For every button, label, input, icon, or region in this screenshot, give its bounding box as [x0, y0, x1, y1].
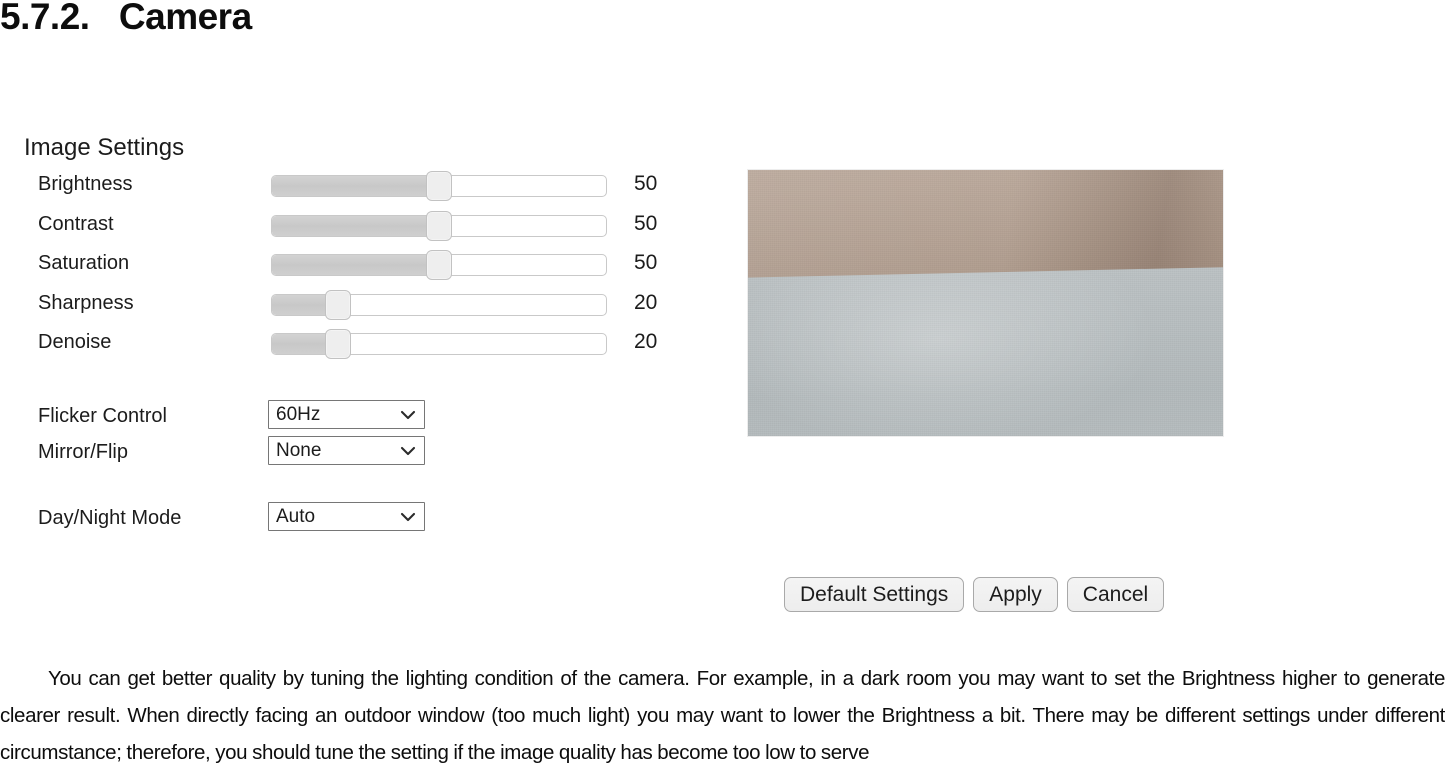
- slider-row-contrast: Contrast 50: [0, 210, 700, 250]
- slider-brightness[interactable]: [271, 171, 607, 201]
- slider-fill: [272, 255, 439, 275]
- slider-label-brightness: Brightness: [38, 173, 133, 195]
- slider-contrast[interactable]: [271, 210, 607, 241]
- slider-thumb[interactable]: [426, 171, 452, 201]
- default-settings-button[interactable]: Default Settings: [784, 577, 965, 612]
- select-flicker-control[interactable]: 60Hz: [268, 400, 425, 429]
- select-row-mirror-flip: Mirror/Flip None: [0, 436, 700, 472]
- camera-preview-image: [748, 170, 1223, 436]
- select-row-day-night-mode: Day/Night Mode Auto: [0, 502, 700, 538]
- slider-label-sharpness: Sharpness: [38, 291, 134, 314]
- preview-floor-region: [748, 266, 1223, 436]
- slider-row-saturation: Saturation 50: [0, 249, 700, 289]
- slider-thumb[interactable]: [325, 329, 352, 359]
- slider-denoise[interactable]: [271, 329, 607, 359]
- select-value-flicker-control: 60Hz: [276, 404, 321, 425]
- slider-thumb[interactable]: [325, 289, 352, 320]
- slider-value-saturation: 50: [634, 251, 658, 274]
- slider-label-saturation: Saturation: [38, 252, 130, 274]
- slider-value-brightness: 50: [634, 172, 658, 195]
- chevron-down-icon[interactable]: [400, 510, 416, 524]
- slider-row-sharpness: Sharpness 20: [0, 289, 700, 329]
- slider-sharpness[interactable]: [271, 289, 607, 320]
- panel-title: Image Settings: [24, 134, 185, 161]
- select-list: Flicker Control 60Hz Mirror/Flip None Da…: [0, 400, 700, 538]
- slider-track[interactable]: [271, 293, 607, 316]
- slider-label-denoise: Denoise: [38, 331, 112, 353]
- slider-row-brightness: Brightness 50: [0, 170, 700, 210]
- select-label-day-night-mode: Day/Night Mode: [38, 507, 182, 529]
- slider-row-denoise: Denoise 20: [0, 328, 700, 368]
- slider-value-sharpness: 20: [634, 290, 658, 314]
- slider-value-contrast: 50: [634, 211, 658, 235]
- action-button-bar: Default Settings Apply Cancel: [784, 577, 1165, 612]
- select-value-day-night-mode: Auto: [276, 506, 316, 527]
- slider-fill: [272, 176, 439, 196]
- slider-label-contrast: Contrast: [38, 212, 114, 235]
- body-paragraph: You can get better quality by tuning the…: [0, 667, 1445, 764]
- chevron-down-icon[interactable]: [400, 444, 416, 458]
- page-title: 5.7.2. Camera: [0, 0, 252, 37]
- slider-thumb[interactable]: [426, 250, 452, 280]
- select-label-flicker-control: Flicker Control: [38, 405, 167, 427]
- select-mirror-flip[interactable]: None: [268, 436, 425, 465]
- cancel-button[interactable]: Cancel: [1066, 577, 1165, 612]
- select-label-mirror-flip: Mirror/Flip: [38, 441, 128, 463]
- select-value-mirror-flip: None: [276, 440, 322, 461]
- slider-saturation[interactable]: [271, 250, 607, 280]
- slider-list: Brightness 50 Contrast 50 Saturation 50 …: [0, 170, 700, 368]
- apply-button[interactable]: Apply: [973, 577, 1058, 612]
- select-day-night-mode[interactable]: Auto: [268, 502, 425, 531]
- slider-thumb[interactable]: [426, 210, 452, 241]
- image-settings-panel: Image Settings Brightness 50 Contrast 50: [0, 118, 720, 618]
- slider-track[interactable]: [271, 333, 607, 355]
- slider-fill: [272, 215, 439, 236]
- select-row-flicker-control: Flicker Control 60Hz: [0, 400, 700, 436]
- chevron-down-icon[interactable]: [400, 408, 416, 422]
- slider-value-denoise: 20: [634, 330, 658, 353]
